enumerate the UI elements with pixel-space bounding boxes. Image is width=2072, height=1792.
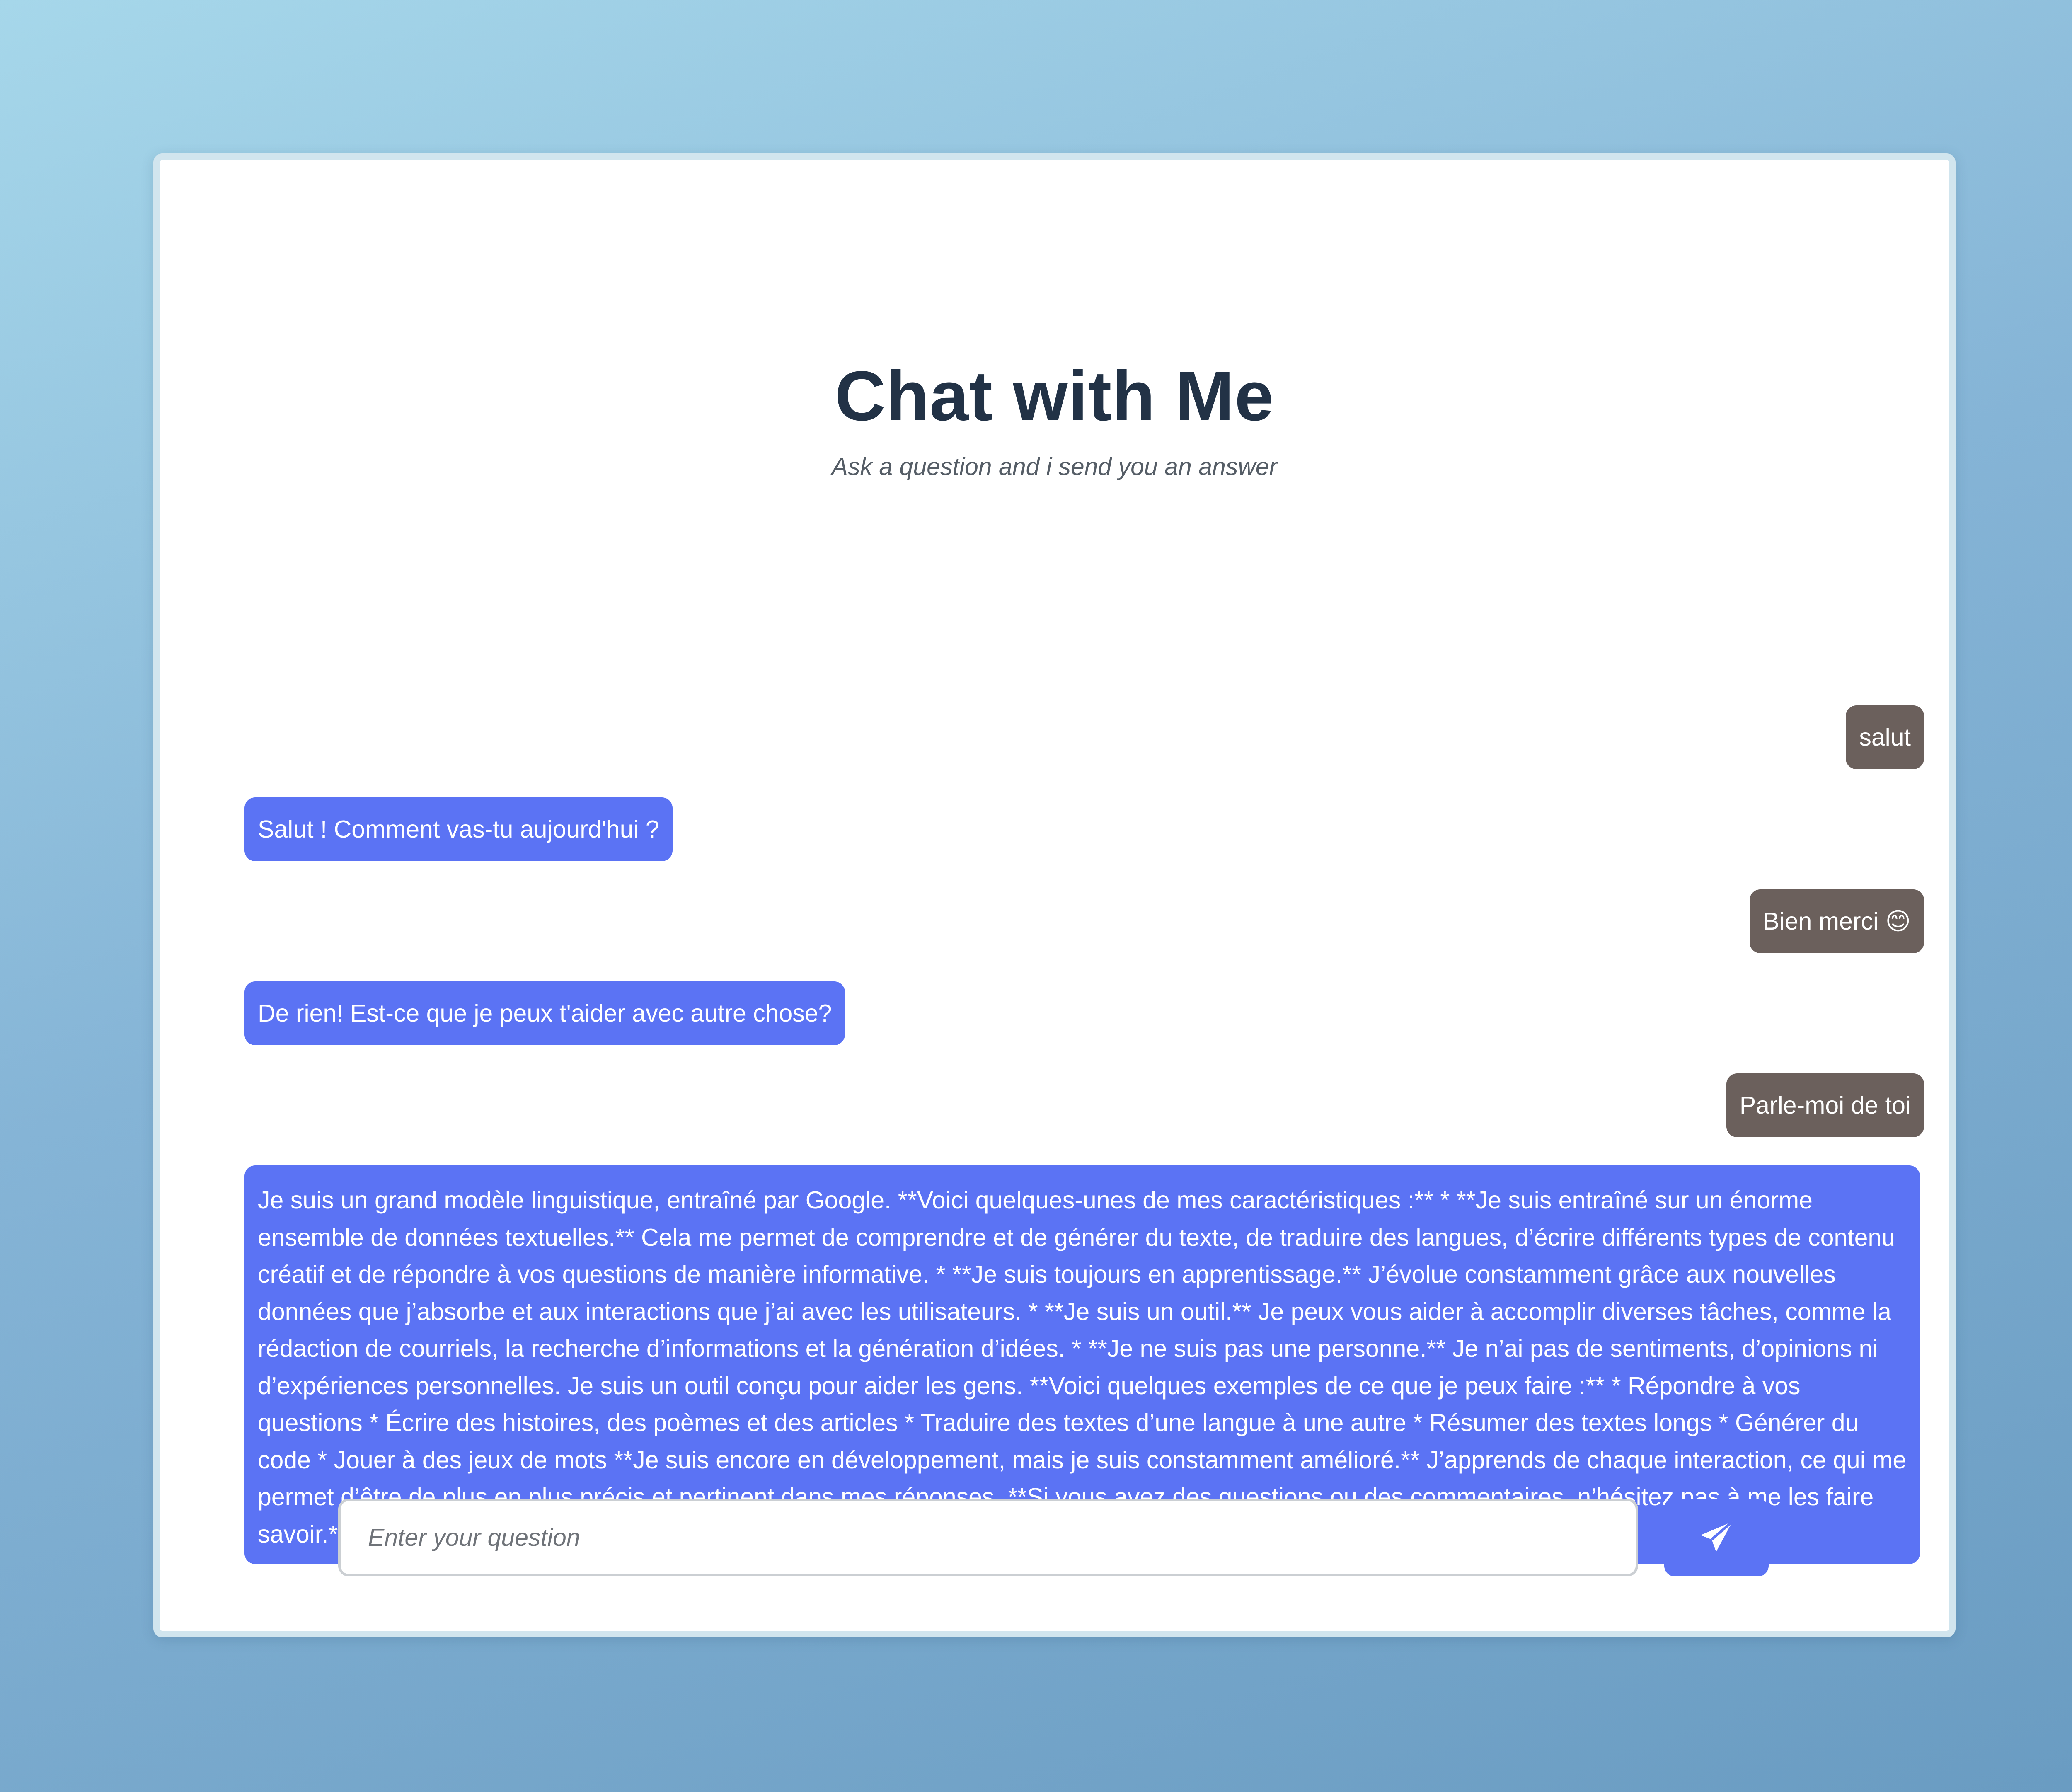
bot-message: De rien! Est-ce que je peux t'aider avec… [244,981,845,1045]
user-message: salut [1846,705,1924,769]
paper-plane-icon [1697,1518,1736,1557]
composer [338,1499,1937,1576]
bot-message: Salut ! Comment vas-tu aujourd'hui ? [244,797,673,861]
page-title: Chat with Me [835,357,1274,436]
user-message: Parle-moi de toi [1726,1073,1924,1137]
chat-card: Chat with Me Ask a question and i send y… [153,153,1956,1637]
page-subtitle: Ask a question and i send you an answer [831,453,1278,480]
send-button[interactable] [1664,1499,1769,1576]
user-message: Bien merci 😊 [1750,889,1924,953]
question-input[interactable] [338,1499,1638,1576]
